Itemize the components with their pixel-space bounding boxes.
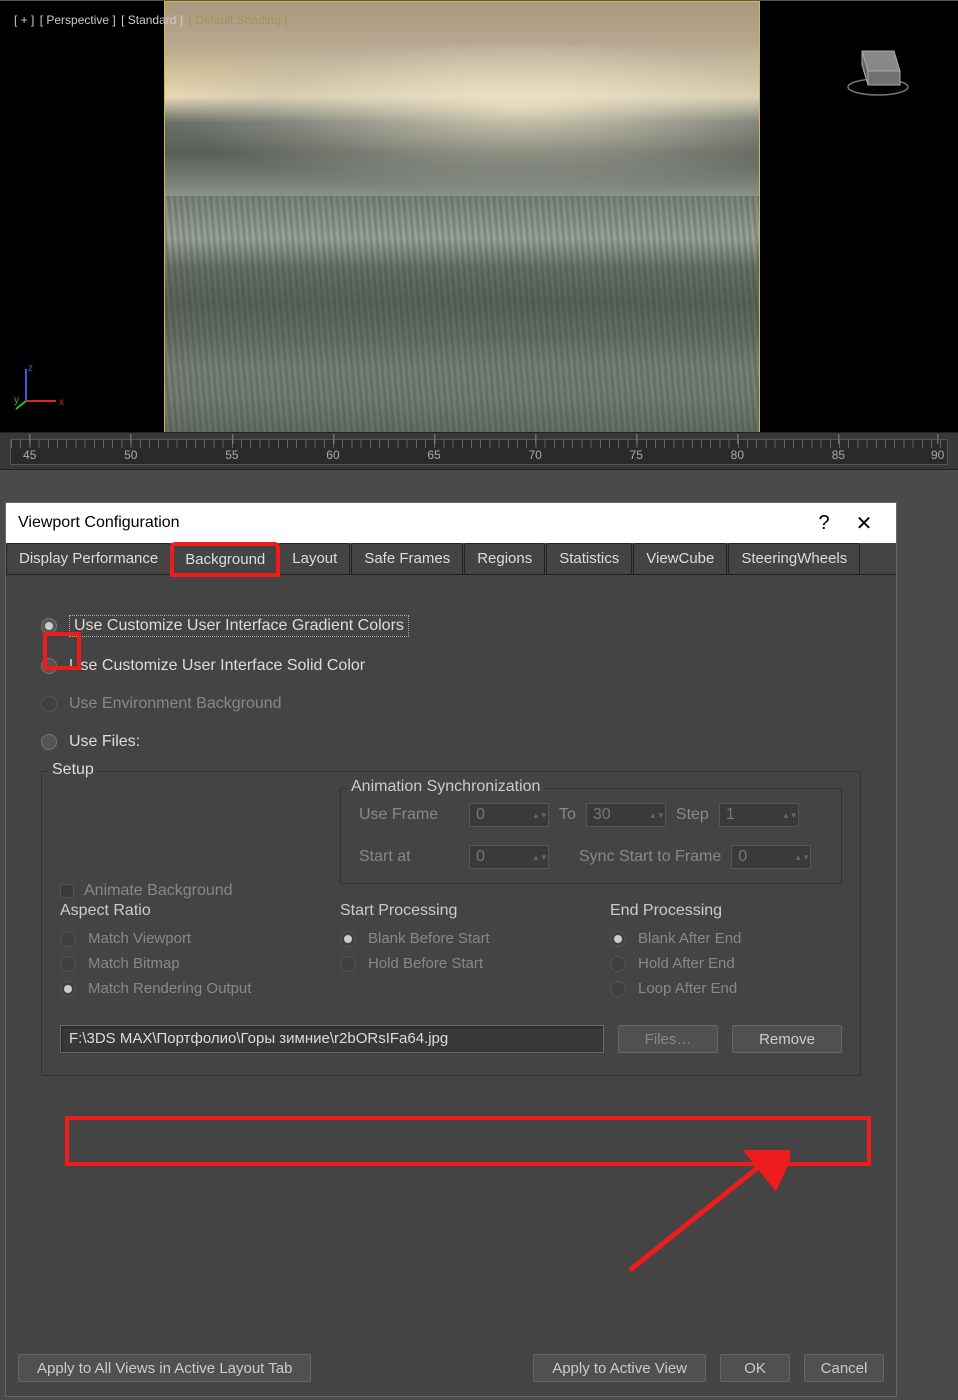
start-at-label: Start at xyxy=(359,848,459,866)
timeline-tick: 45 xyxy=(23,448,36,462)
step-label: Step xyxy=(676,806,709,824)
timeline-tick: 80 xyxy=(731,448,744,462)
radio-env-label: Use Environment Background xyxy=(69,695,282,713)
dialog-titlebar[interactable]: Viewport Configuration ? ✕ xyxy=(6,503,896,543)
radio-hold-before-start[interactable] xyxy=(340,956,356,972)
dialog-title: Viewport Configuration xyxy=(18,514,180,532)
setup-group-title: Setup xyxy=(48,761,98,779)
loop-after-label: Loop After End xyxy=(638,980,737,997)
tab-safe-frames[interactable]: Safe Frames xyxy=(351,543,463,574)
hold-after-label: Hold After End xyxy=(638,955,735,972)
apply-active-view-button[interactable]: Apply to Active View xyxy=(533,1354,706,1382)
step-spinner[interactable]: 1▲▼ xyxy=(719,803,799,827)
viewport-menu-mode[interactable]: [ Standard ] xyxy=(121,13,183,27)
tab-regions[interactable]: Regions xyxy=(464,543,545,574)
viewport-3d-scene[interactable] xyxy=(164,1,760,433)
apply-all-views-button[interactable]: Apply to All Views in Active Layout Tab xyxy=(18,1354,311,1382)
viewport-label-bar[interactable]: [ + ] [ Perspective ] [ Standard ] [ Def… xyxy=(14,13,289,27)
viewport-frame[interactable]: [ + ] [ Perspective ] [ Standard ] [ Def… xyxy=(0,1,958,433)
tab-steeringwheels[interactable]: SteeringWheels xyxy=(728,543,860,574)
timeline-tick: 55 xyxy=(225,448,238,462)
blank-before-label: Blank Before Start xyxy=(368,930,490,947)
blank-after-label: Blank After End xyxy=(638,930,741,947)
anim-sync-title: Animation Synchronization xyxy=(347,778,544,796)
radio-files-label: Use Files: xyxy=(69,733,140,751)
tab-statistics[interactable]: Statistics xyxy=(546,543,632,574)
to-label: To xyxy=(559,806,576,824)
timeline-tick: 50 xyxy=(124,448,137,462)
radio-blank-before-start[interactable] xyxy=(340,931,356,947)
radio-use-files[interactable] xyxy=(41,734,57,750)
radio-gradient-label: Use Customize User Interface Gradient Co… xyxy=(69,615,409,637)
svg-text:x: x xyxy=(59,397,64,408)
timeline-tick: 75 xyxy=(630,448,643,462)
setup-group: Setup Animation Synchronization Use Fram… xyxy=(41,771,861,1076)
tab-layout[interactable]: Layout xyxy=(279,543,350,574)
radio-blank-after-end[interactable] xyxy=(610,931,626,947)
radio-solid-color[interactable] xyxy=(41,658,57,674)
hold-before-label: Hold Before Start xyxy=(368,955,483,972)
radio-match-rendering[interactable] xyxy=(60,981,76,997)
tab-display-performance[interactable]: Display Performance xyxy=(6,543,171,574)
timeline-tick: 65 xyxy=(427,448,440,462)
file-path-input[interactable]: F:\3DS MAX\Портфолио\Горы зимние\r2bORsI… xyxy=(60,1025,604,1053)
radio-loop-after-end[interactable] xyxy=(610,981,626,997)
viewport-config-dialog: Viewport Configuration ? ✕ Display Perfo… xyxy=(5,502,897,1397)
viewport-menu-plus[interactable]: [ + ] xyxy=(14,13,34,27)
radio-solid-label: Use Customize User Interface Solid Color xyxy=(69,657,365,675)
to-spinner[interactable]: 30▲▼ xyxy=(586,803,666,827)
close-button[interactable]: ✕ xyxy=(844,503,884,543)
end-processing-title: End Processing xyxy=(610,902,810,920)
animate-background-checkbox[interactable] xyxy=(60,884,74,898)
timeline-tick: 60 xyxy=(326,448,339,462)
remove-button[interactable]: Remove xyxy=(732,1025,842,1053)
cancel-button[interactable]: Cancel xyxy=(804,1354,884,1382)
start-processing-title: Start Processing xyxy=(340,902,550,920)
viewport-menu-view[interactable]: [ Perspective ] xyxy=(40,13,116,27)
tab-background[interactable]: Background xyxy=(172,544,278,575)
axis-gizmo-icon: x y z xyxy=(14,363,64,413)
radio-gradient-colors[interactable] xyxy=(41,618,57,634)
timeline-ruler[interactable]: 45 50 55 60 65 70 75 80 85 90 xyxy=(0,432,958,470)
viewport-menu-shading[interactable]: [ Default Shading ] xyxy=(188,13,287,27)
anim-sync-group: Animation Synchronization Use Frame 0▲▼ … xyxy=(340,788,842,884)
start-at-spinner[interactable]: 0▲▼ xyxy=(469,845,549,869)
match-viewport-label: Match Viewport xyxy=(88,930,191,947)
radio-match-bitmap[interactable] xyxy=(60,956,76,972)
radio-match-viewport[interactable] xyxy=(60,931,76,947)
animate-background-label: Animate Background xyxy=(84,882,233,900)
help-button[interactable]: ? xyxy=(804,503,844,543)
use-frame-label: Use Frame xyxy=(359,806,459,824)
timeline-tick: 85 xyxy=(832,448,845,462)
files-button[interactable]: Files… xyxy=(618,1025,718,1053)
radio-environment-bg[interactable] xyxy=(41,696,57,712)
match-bitmap-label: Match Bitmap xyxy=(88,955,180,972)
ok-button[interactable]: OK xyxy=(720,1354,790,1382)
svg-text:y: y xyxy=(14,395,19,406)
viewcube-icon[interactable] xyxy=(838,31,918,101)
viewport-container: [ + ] [ Perspective ] [ Standard ] [ Def… xyxy=(0,0,958,432)
timeline-tick: 90 xyxy=(931,448,944,462)
radio-hold-after-end[interactable] xyxy=(610,956,626,972)
match-rendering-label: Match Rendering Output xyxy=(88,980,251,997)
timeline-tick: 70 xyxy=(528,448,541,462)
dialog-tabs: Display Performance Background Layout Sa… xyxy=(6,543,896,575)
sync-start-label: Sync Start to Frame xyxy=(579,848,721,866)
sync-start-spinner[interactable]: 0▲▼ xyxy=(731,845,811,869)
aspect-ratio-title: Aspect Ratio xyxy=(60,902,280,920)
use-frame-spinner[interactable]: 0▲▼ xyxy=(469,803,549,827)
svg-text:z: z xyxy=(28,363,33,374)
tab-viewcube[interactable]: ViewCube xyxy=(633,543,727,574)
